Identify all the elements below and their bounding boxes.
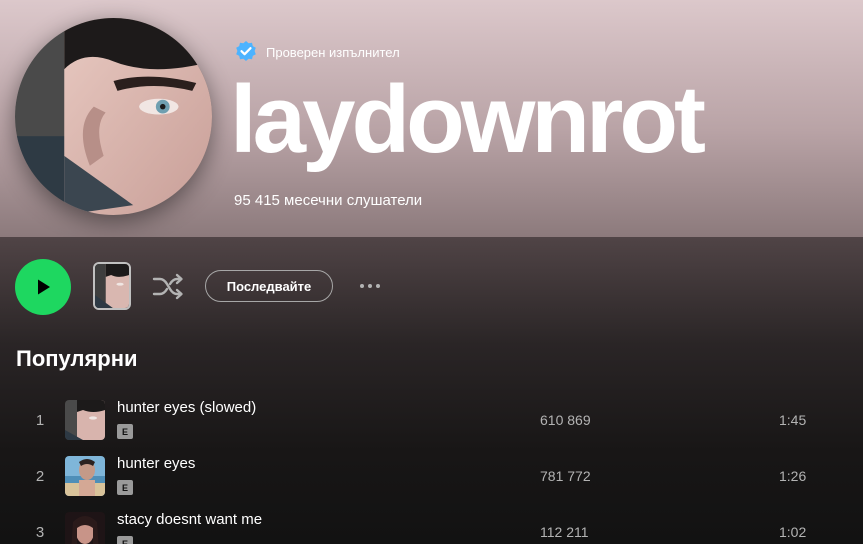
follow-button[interactable]: Последвайте <box>205 270 333 302</box>
verified-badge: Проверен изпълнител <box>234 40 400 64</box>
track-duration: 1:45 <box>779 412 807 428</box>
more-options-button[interactable] <box>355 276 385 296</box>
track-row[interactable]: 1 hunter eyes (slowed) E 610 869 1:45 <box>16 392 846 448</box>
explicit-badge: E <box>117 480 133 495</box>
verified-label: Проверен изпълнител <box>266 44 400 60</box>
artist-avatar <box>15 18 212 215</box>
artist-preview-thumbnail[interactable] <box>93 262 131 310</box>
track-number: 2 <box>35 468 45 485</box>
track-duration: 1:26 <box>779 468 807 484</box>
more-options-icon <box>360 284 364 288</box>
explicit-badge: E <box>117 424 133 439</box>
play-icon <box>38 279 50 295</box>
track-row[interactable]: 3 stacy doesnt want me E 112 211 1:02 <box>16 504 846 544</box>
track-play-count: 781 772 <box>540 468 591 484</box>
shuffle-button[interactable] <box>151 270 185 302</box>
artist-content: Последвайте Популярни 1 hunter eyes (slo… <box>0 237 863 544</box>
track-play-count: 112 211 <box>540 524 589 540</box>
track-duration: 1:02 <box>779 524 807 540</box>
track-number: 3 <box>35 524 45 541</box>
artist-header: Проверен изпълнител laydownrot 95 415 ме… <box>0 0 863 237</box>
shuffle-icon <box>152 273 183 300</box>
monthly-listeners: 95 415 месечни слушатели <box>234 192 423 209</box>
verified-icon <box>236 41 256 61</box>
track-title[interactable]: hunter eyes (slowed) <box>117 399 256 416</box>
track-artwork <box>65 400 105 440</box>
more-options-icon <box>376 284 380 288</box>
play-button[interactable] <box>15 259 71 315</box>
more-options-icon <box>368 284 372 288</box>
track-artwork <box>65 456 105 496</box>
track-play-count: 610 869 <box>540 412 591 428</box>
track-title[interactable]: hunter eyes <box>117 455 195 472</box>
track-number: 1 <box>35 412 45 429</box>
track-row[interactable]: 2 hunter eyes E 781 772 1:26 <box>16 448 846 504</box>
track-artwork <box>65 512 105 544</box>
artist-name: laydownrot <box>230 66 706 173</box>
popular-section-title: Популярни <box>16 346 138 371</box>
explicit-badge: E <box>117 536 133 544</box>
track-title[interactable]: stacy doesnt want me <box>117 511 262 528</box>
